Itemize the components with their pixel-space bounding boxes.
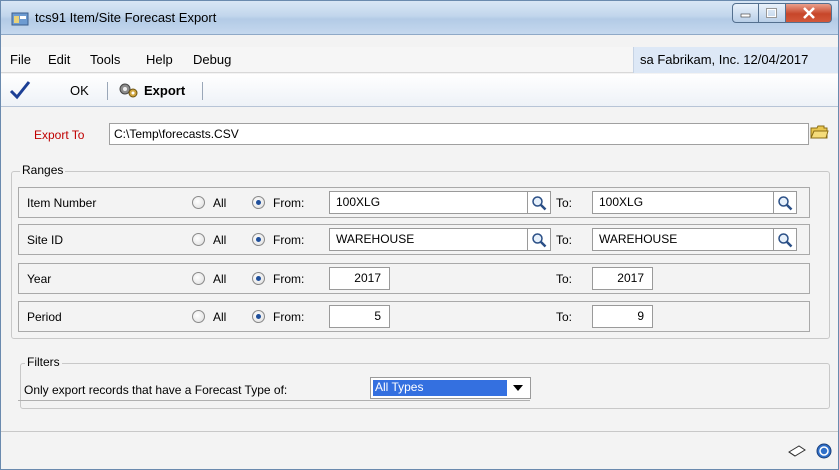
help-icon[interactable]	[816, 443, 832, 462]
period-all-radio[interactable]	[192, 310, 205, 323]
from-label: From:	[273, 310, 305, 324]
period-from-radio[interactable]	[252, 310, 265, 323]
minimize-icon	[740, 13, 750, 18]
from-label: From:	[273, 233, 305, 247]
menu-tools[interactable]: Tools	[90, 52, 120, 67]
menu-help[interactable]: Help	[146, 52, 173, 67]
chevron-down-icon[interactable]	[508, 380, 528, 396]
to-label: To:	[556, 272, 573, 286]
forecast-export-window: tcs91 Item/Site Forecast Export File Edi…	[0, 0, 839, 470]
site-id-label: Site ID	[27, 233, 64, 247]
item-number-from-field[interactable]: 100XLG	[329, 191, 528, 214]
checkmark-icon	[9, 80, 31, 103]
ok-button[interactable]: OK	[7, 78, 97, 102]
to-label: To:	[556, 310, 573, 324]
magnifier-icon	[778, 195, 793, 210]
menu-edit[interactable]: Edit	[48, 52, 70, 67]
item-number-to-field[interactable]: 100XLG	[592, 191, 774, 214]
period-label: Period	[27, 310, 62, 324]
export-to-row: Export To C:\Temp\forecasts.CSV	[1, 121, 838, 147]
maximize-button[interactable]	[759, 3, 786, 23]
item-number-all-radio[interactable]	[192, 196, 205, 209]
year-from-radio[interactable]	[252, 272, 265, 285]
year-from-field[interactable]: 2017	[329, 267, 390, 290]
all-label: All	[213, 196, 227, 210]
toolbar-separator	[202, 82, 203, 100]
browse-folder-button[interactable]	[809, 123, 831, 145]
to-label: To:	[556, 233, 573, 247]
window-title: tcs91 Item/Site Forecast Export	[35, 10, 217, 25]
note-icon[interactable]	[787, 444, 807, 461]
site-id-to-field[interactable]: WAREHOUSE	[592, 228, 774, 251]
close-button[interactable]	[786, 3, 832, 23]
filters-label: Filters	[25, 355, 62, 369]
ok-label: OK	[70, 83, 89, 98]
app-icon	[11, 10, 29, 26]
forecast-type-dropdown[interactable]: All Types	[370, 377, 531, 399]
maximize-icon	[766, 8, 777, 18]
forecast-type-selected: All Types	[372, 379, 508, 397]
magnifier-icon	[532, 232, 547, 247]
period-from-field[interactable]: 5	[329, 305, 390, 328]
from-label: From:	[273, 196, 305, 210]
period-to-field[interactable]: 9	[592, 305, 653, 328]
range-row-site-id: Site ID All From: WAREHOUSE To: WAREHOUS…	[18, 224, 810, 255]
from-label: From:	[273, 272, 305, 286]
gears-icon	[117, 81, 139, 102]
forecast-type-label: Only export records that have a Forecast…	[24, 383, 288, 397]
toolbar-separator	[107, 82, 108, 100]
year-all-radio[interactable]	[192, 272, 205, 285]
magnifier-icon	[778, 232, 793, 247]
minimize-button[interactable]	[732, 3, 759, 23]
to-label: To:	[556, 196, 573, 210]
export-label: Export	[144, 83, 186, 98]
site-id-from-lookup-button[interactable]	[528, 228, 551, 251]
export-path-field[interactable]: C:\Temp\forecasts.CSV	[109, 123, 809, 145]
menu-debug[interactable]: Debug	[193, 52, 231, 67]
all-label: All	[213, 272, 227, 286]
all-label: All	[213, 233, 227, 247]
export-to-label: Export To	[34, 128, 85, 142]
all-label: All	[213, 310, 227, 324]
item-number-label: Item Number	[27, 196, 97, 210]
menu-file[interactable]: File	[10, 52, 31, 67]
close-icon	[802, 7, 815, 19]
site-id-from-field[interactable]: WAREHOUSE	[329, 228, 528, 251]
site-id-from-radio[interactable]	[252, 233, 265, 246]
range-row-year: Year All From: 2017 To: 2017	[18, 263, 810, 294]
range-row-item-number: Item Number All From: 100XLG To: 100XLG	[18, 187, 810, 218]
company-info: sa Fabrikam, Inc. 12/04/2017	[633, 47, 838, 73]
range-row-period: Period All From: 5 To: 9	[18, 301, 810, 332]
menu-bar: File Edit Tools Help Debug sa Fabrikam, …	[1, 47, 838, 73]
item-number-from-radio[interactable]	[252, 196, 265, 209]
status-bar	[1, 431, 838, 469]
toolbar: OK Export	[1, 74, 838, 107]
site-id-to-lookup-button[interactable]	[774, 228, 797, 251]
year-to-field[interactable]: 2017	[592, 267, 653, 290]
item-number-from-lookup-button[interactable]	[528, 191, 551, 214]
title-bar[interactable]: tcs91 Item/Site Forecast Export	[1, 1, 838, 35]
item-number-to-lookup-button[interactable]	[774, 191, 797, 214]
folder-icon	[810, 125, 829, 139]
ranges-label: Ranges	[20, 163, 66, 177]
year-label: Year	[27, 272, 52, 286]
export-button[interactable]: Export	[115, 78, 197, 102]
site-id-all-radio[interactable]	[192, 233, 205, 246]
magnifier-icon	[532, 195, 547, 210]
